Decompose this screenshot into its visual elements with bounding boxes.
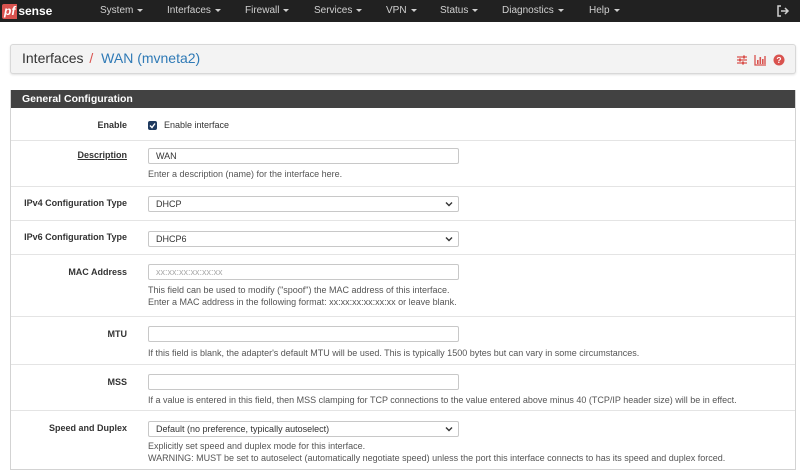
breadcrumb-separator: / (89, 50, 94, 66)
caret-down-icon (410, 8, 417, 12)
caret-down-icon (137, 8, 144, 12)
mac-address-input[interactable]: xx:xx:xx:xx:xx:xx (148, 264, 459, 280)
nav-vpn-label: VPN (386, 5, 407, 16)
svg-text:?: ? (776, 55, 781, 65)
nav-status-label: Status (440, 5, 469, 16)
mss-row: MSS If a value is entered in this field,… (11, 364, 795, 410)
mss-input[interactable] (148, 374, 459, 390)
mss-help: If a value is entered in this field, the… (148, 395, 737, 405)
logo-sense: sense (18, 3, 53, 18)
enable-checkbox[interactable] (148, 121, 157, 130)
sliders-icon[interactable] (736, 54, 748, 66)
caret-down-icon (214, 8, 221, 12)
enable-checkbox-label[interactable]: Enable interface (164, 120, 229, 130)
description-input[interactable]: WAN (148, 148, 459, 164)
chevron-down-icon (445, 237, 453, 242)
enable-label: Enable (97, 120, 127, 130)
ipv4-type-row: IPv4 Configuration Type DHCP (11, 186, 795, 220)
breadcrumb-panel: Interfaces / WAN (mvneta2) ? (10, 44, 796, 74)
logo-pf: pf (2, 3, 18, 19)
caret-down-icon (472, 8, 479, 12)
nav-services-label: Services (314, 5, 353, 16)
mac-address-help-2: Enter a MAC address in the following for… (148, 297, 457, 307)
nav-system-label: System (100, 5, 134, 16)
speed-duplex-row: Speed and Duplex Default (no preference,… (11, 410, 795, 470)
description-label[interactable]: Description (77, 150, 127, 160)
ipv4-type-label: IPv4 Configuration Type (24, 198, 127, 208)
nav-vpn[interactable]: VPN (386, 0, 417, 22)
nav-firewall-label: Firewall (245, 5, 280, 16)
caret-down-icon (557, 8, 564, 12)
nav-firewall[interactable]: Firewall (245, 0, 290, 22)
nav-interfaces[interactable]: Interfaces (167, 0, 221, 22)
ipv6-type-label: IPv6 Configuration Type (24, 232, 127, 242)
chevron-down-icon (445, 202, 453, 207)
chevron-down-icon (445, 427, 453, 432)
mtu-input[interactable] (148, 326, 459, 342)
description-row: Description WAN Enter a description (nam… (11, 140, 795, 186)
mac-address-row: MAC Address xx:xx:xx:xx:xx:xx This field… (11, 254, 795, 316)
speed-duplex-value: Default (no preference, typically autose… (156, 424, 330, 434)
nav-system[interactable]: System (100, 0, 144, 22)
breadcrumb-icons: ? (736, 54, 785, 66)
mac-address-help-1: This field can be used to modify ("spoof… (148, 285, 450, 295)
nav-help-label: Help (589, 5, 610, 16)
top-navbar: pf sense System Interfaces Firewall Serv… (0, 0, 800, 22)
help-circle-icon[interactable]: ? (773, 54, 785, 66)
speed-duplex-help-2: WARNING: MUST be set to autoselect (auto… (148, 453, 726, 463)
bar-chart-icon[interactable] (754, 54, 767, 66)
ipv4-type-select[interactable]: DHCP (148, 196, 459, 212)
general-configuration-panel: General Configuration Enable Enable inte… (10, 90, 796, 470)
mtu-label: MTU (107, 329, 128, 339)
description-help: Enter a description (name) for the inter… (148, 169, 343, 179)
nav-diagnostics[interactable]: Diagnostics (502, 0, 564, 22)
pfsense-logo[interactable]: pf sense (2, 3, 52, 19)
nav-services[interactable]: Services (314, 0, 363, 22)
ipv6-type-select[interactable]: DHCP6 (148, 231, 459, 247)
breadcrumb: Interfaces / WAN (mvneta2) (22, 50, 200, 66)
check-icon (149, 123, 156, 129)
nav-help[interactable]: Help (589, 0, 620, 22)
speed-duplex-help-1: Explicitly set speed and duplex mode for… (148, 441, 366, 451)
speed-duplex-label: Speed and Duplex (48, 423, 127, 433)
mss-label: MSS (107, 377, 127, 387)
nav-diagnostics-label: Diagnostics (502, 5, 554, 16)
ipv6-type-row: IPv6 Configuration Type DHCP6 (11, 220, 795, 254)
caret-down-icon (356, 8, 363, 12)
nav-interfaces-label: Interfaces (167, 5, 211, 16)
logout-icon[interactable] (776, 4, 790, 18)
caret-down-icon (283, 8, 290, 12)
mac-address-label: MAC Address (68, 267, 127, 277)
breadcrumb-current[interactable]: WAN (mvneta2) (101, 50, 200, 66)
ipv4-type-value: DHCP (156, 199, 182, 209)
breadcrumb-parent[interactable]: Interfaces (22, 50, 83, 66)
speed-duplex-select[interactable]: Default (no preference, typically autose… (148, 421, 459, 437)
mtu-help: If this field is blank, the adapter's de… (148, 348, 640, 358)
ipv6-type-value: DHCP6 (156, 234, 187, 244)
caret-down-icon (613, 8, 620, 12)
panel-heading: General Configuration (11, 90, 795, 108)
enable-row: Enable Enable interface (11, 108, 795, 134)
nav-status[interactable]: Status (440, 0, 479, 22)
mtu-row: MTU If this field is blank, the adapter'… (11, 316, 795, 364)
